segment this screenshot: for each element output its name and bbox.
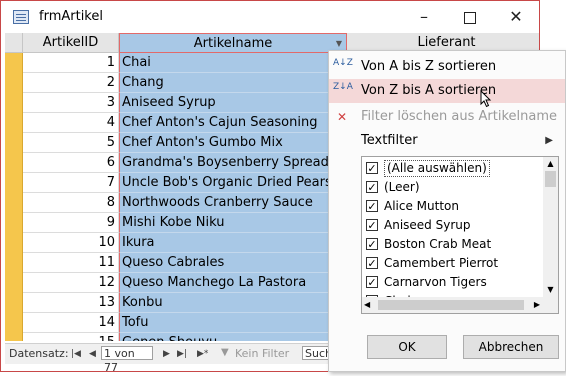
first-record-icon[interactable]: |◀ <box>71 344 81 364</box>
record-label: Datensatz: <box>9 347 69 360</box>
submenu-arrow-icon: ▶ <box>545 135 553 146</box>
artikelname-cell[interactable]: Grandma's Boysenberry Spread <box>119 153 347 173</box>
artikelname-cell[interactable]: Chai <box>119 53 347 73</box>
maximize-icon <box>464 11 476 24</box>
artikelid-cell[interactable]: 2 <box>23 73 119 93</box>
filter-list-label: Aniseed Syrup <box>384 218 471 232</box>
artikelid-cell[interactable]: 6 <box>23 153 119 173</box>
artikelid-cell[interactable]: 13 <box>23 293 119 313</box>
clear-filter-icon: ✕ <box>336 110 348 124</box>
artikelname-cell[interactable]: Genen Shouyu <box>119 333 347 341</box>
checkbox-checked-icon[interactable]: ✓ <box>366 276 378 288</box>
sort-descending-item[interactable]: Z↓A Von Z bis A sortieren <box>329 79 565 103</box>
menu-item-label: Textfilter <box>361 133 418 148</box>
filter-icon: ▼ <box>221 347 229 358</box>
artikelid-cell[interactable]: 15 <box>23 333 119 341</box>
scroll-down-icon[interactable]: ▼ <box>543 283 558 297</box>
artikelid-cell[interactable]: 5 <box>23 133 119 153</box>
filter-list-label: Alice Mutton <box>384 199 459 213</box>
artikelid-cell[interactable]: 7 <box>23 173 119 193</box>
cancel-button[interactable]: Abbrechen <box>463 335 559 359</box>
filter-list-label: (Alle auswählen) <box>384 160 490 177</box>
title-bar: frmArtikel – ✕ <box>1 1 539 33</box>
scroll-right-icon[interactable]: ▶ <box>534 297 540 313</box>
scroll-thumb-horizontal[interactable] <box>378 300 524 310</box>
window-title: frmArtikel <box>39 9 103 24</box>
close-button[interactable]: ✕ <box>493 1 539 33</box>
column-header-label: ArtikelID <box>42 35 99 50</box>
horizontal-scrollbar[interactable]: ◀ ▶ <box>362 297 558 313</box>
artikelid-cell[interactable]: 3 <box>23 93 119 113</box>
checkbox-checked-icon[interactable]: ✓ <box>366 181 378 193</box>
filter-list-label: Boston Crab Meat <box>384 237 492 251</box>
artikelid-cell[interactable]: 4 <box>23 113 119 133</box>
artikelname-cell[interactable]: Northwoods Cranberry Sauce <box>119 193 347 213</box>
new-record-icon[interactable]: ▶* <box>197 344 208 364</box>
artikelid-cell[interactable]: 10 <box>23 233 119 253</box>
maximize-button[interactable] <box>447 1 493 33</box>
text-filter-item[interactable]: Textfilter ▶ <box>329 129 565 153</box>
menu-item-label: Von A bis Z sortieren <box>361 59 497 74</box>
record-navigation-bar: Datensatz: |◀ ◀ 1 von 77 ▶ ▶| ▶* ▼ Kein … <box>5 343 336 374</box>
artikelname-cell[interactable]: Queso Manchego La Pastora <box>119 273 347 293</box>
ok-button[interactable]: OK <box>367 335 447 359</box>
sort-descending-icon: Z↓A <box>333 82 353 92</box>
clear-filter-item[interactable]: ✕ Filter löschen aus Artikelname <box>329 105 565 129</box>
sort-ascending-item[interactable]: A↓Z Von A bis Z sortieren <box>329 55 565 79</box>
column-header-label: Artikelname <box>193 36 273 51</box>
scroll-left-icon[interactable]: ◀ <box>364 297 370 313</box>
filter-list-label: Camembert Pierrot <box>384 256 499 270</box>
artikelid-cell[interactable]: 11 <box>23 253 119 273</box>
checkbox-checked-icon[interactable]: ✓ <box>366 162 378 174</box>
column-header-label: Lieferant <box>417 35 476 50</box>
record-selector-column[interactable] <box>5 53 23 341</box>
menu-item-label: Filter löschen aus Artikelname <box>361 109 558 124</box>
artikelname-cell[interactable]: Chang <box>119 73 347 93</box>
artikelid-cell[interactable]: 9 <box>23 213 119 233</box>
sort-ascending-icon: A↓Z <box>333 58 353 68</box>
minimize-button[interactable]: – <box>401 1 447 33</box>
artikelname-cell[interactable]: Tofu <box>119 313 347 333</box>
record-position-input[interactable]: 1 von 77 <box>101 346 153 374</box>
artikelid-cell[interactable]: 8 <box>23 193 119 213</box>
filter-list-label: (Leer) <box>384 180 420 194</box>
previous-record-icon[interactable]: ◀ <box>89 344 96 364</box>
artikelname-cell[interactable]: Chef Anton's Gumbo Mix <box>119 133 347 153</box>
artikelname-cell[interactable]: Queso Cabrales <box>119 253 347 273</box>
artikelname-cell[interactable]: Konbu <box>119 293 347 313</box>
artikelid-cell[interactable]: 14 <box>23 313 119 333</box>
artikelname-cell[interactable]: Chef Anton's Cajun Seasoning <box>119 113 347 133</box>
artikelname-cell[interactable]: Ikura <box>119 233 347 253</box>
artikelid-cell[interactable]: 12 <box>23 273 119 293</box>
scroll-thumb[interactable] <box>545 171 556 187</box>
checkbox-checked-icon[interactable]: ✓ <box>366 200 378 212</box>
column-header-artikelid[interactable]: ArtikelID <box>23 33 119 53</box>
checkbox-checked-icon[interactable]: ✓ <box>366 257 378 269</box>
last-record-icon[interactable]: ▶| <box>177 344 187 364</box>
vertical-scrollbar[interactable]: ▲ ▼ <box>543 157 558 297</box>
scroll-up-icon[interactable]: ▲ <box>543 157 558 171</box>
checkbox-checked-icon[interactable]: ✓ <box>366 238 378 250</box>
artikelid-cell[interactable]: 1 <box>23 53 119 73</box>
next-record-icon[interactable]: ▶ <box>163 344 170 364</box>
filter-status[interactable]: Kein Filter <box>235 344 289 364</box>
filter-list-label: Carnarvon Tigers <box>384 275 487 289</box>
checkbox-checked-icon[interactable]: ✓ <box>366 219 378 231</box>
filter-sort-menu: A↓Z Von A bis Z sortieren Z↓A Von Z bis … <box>328 50 566 372</box>
artikelname-cell[interactable]: Uncle Bob's Organic Dried Pears <box>119 173 347 193</box>
menu-item-label: Von Z bis A sortieren <box>361 83 497 98</box>
filter-value-list[interactable]: ✓ (Alle auswählen) ✓ (Leer) ✓ Alice Mutton ✓ An… <box>361 156 559 314</box>
select-all-corner[interactable] <box>5 33 23 53</box>
mouse-cursor-icon <box>480 90 492 108</box>
artikelname-cell[interactable]: Aniseed Syrup <box>119 93 347 113</box>
column-header-artikelname[interactable]: Artikelname ▼ <box>119 33 347 53</box>
form-icon <box>13 10 29 24</box>
artikelname-cell[interactable]: Mishi Kobe Niku <box>119 213 347 233</box>
